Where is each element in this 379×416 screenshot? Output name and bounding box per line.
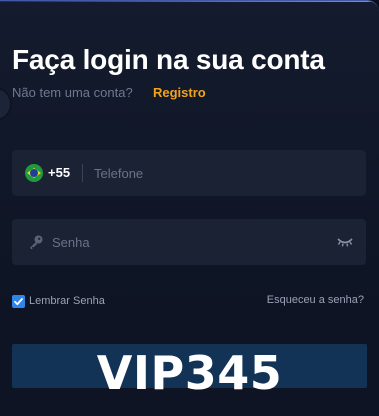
phone-field[interactable]: +55 bbox=[12, 150, 366, 196]
login-panel: Faça login na sua conta Não tem uma cont… bbox=[0, 0, 379, 416]
panel-top-border bbox=[0, 1, 379, 2]
no-account-text: Não tem uma conta? bbox=[12, 85, 133, 100]
page-title: Faça login na sua conta bbox=[12, 44, 325, 75]
phone-input[interactable] bbox=[94, 150, 354, 196]
forgot-password-link[interactable]: Esqueceu a senha? bbox=[267, 294, 364, 306]
key-icon bbox=[30, 235, 43, 250]
country-code[interactable]: +55 bbox=[48, 165, 70, 181]
register-link[interactable]: Registro bbox=[153, 85, 206, 101]
panel-edge-handle bbox=[0, 89, 10, 119]
brazil-flag-icon bbox=[25, 164, 43, 182]
password-field[interactable] bbox=[12, 219, 366, 265]
field-divider bbox=[82, 164, 83, 182]
check-icon bbox=[14, 297, 23, 305]
login-button[interactable] bbox=[12, 344, 367, 388]
password-input[interactable] bbox=[52, 219, 332, 265]
remember-checkbox[interactable] bbox=[12, 294, 25, 308]
remember-label: Lembrar Senha bbox=[29, 295, 105, 307]
remember-password-toggle[interactable]: Lembrar Senha bbox=[12, 293, 105, 309]
eye-closed-icon[interactable] bbox=[337, 236, 353, 248]
